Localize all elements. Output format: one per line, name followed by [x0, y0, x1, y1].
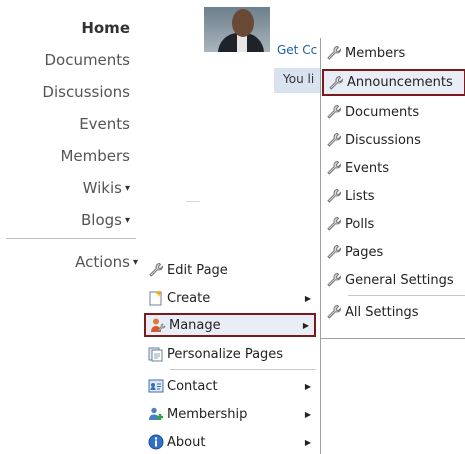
submenu-item-label: Pages [345, 244, 384, 260]
wrench-icon [326, 45, 342, 61]
nav-item-label: Discussions [42, 83, 130, 101]
wrench-icon [326, 272, 342, 288]
chevron-down-icon: ▾ [124, 183, 130, 194]
avatar-face [232, 9, 254, 37]
chevron-right-icon: ▶ [304, 437, 311, 447]
wrench-icon [326, 132, 342, 148]
submenu-item-label: All Settings [345, 304, 419, 320]
menu-item-label: Manage [169, 317, 221, 333]
chevron-down-icon: ▾ [132, 257, 138, 268]
wrench-icon [326, 160, 342, 176]
nav-item-documents[interactable]: Documents [44, 50, 130, 70]
submenu-item-label: Documents [345, 104, 420, 120]
wrench-icon [148, 262, 164, 278]
menu-item-label: Create [167, 290, 211, 306]
menu-item-manage[interactable]: Manage ▶ [144, 313, 316, 337]
submenu-item-label: Polls [345, 216, 375, 232]
chevron-right-icon: ▶ [302, 320, 309, 330]
menu-item-personalize-pages[interactable]: Personalize Pages [144, 342, 316, 366]
manage-icon [150, 317, 166, 333]
menu-item-label: Edit Page [167, 262, 228, 278]
menu-item-create[interactable]: Create ▶ [144, 286, 316, 310]
nav-item-wikis[interactable]: Wikis ▾ [83, 178, 130, 199]
membership-icon [148, 406, 164, 422]
avatar[interactable] [204, 7, 270, 52]
nav-item-label: Members [60, 147, 130, 165]
chevron-down-icon: ▾ [124, 215, 130, 226]
divider [186, 201, 200, 202]
submenu-item-announcements[interactable]: Announcements [322, 69, 465, 96]
profile-link[interactable]: Get Cc [277, 43, 317, 57]
actions-menu: Edit Page Create ▶ Manage ▶ Personalize … [142, 251, 321, 454]
create-icon [148, 290, 164, 306]
nav-item-blogs[interactable]: Blogs ▾ [81, 210, 130, 231]
chevron-right-icon: ▶ [304, 293, 311, 303]
personalize-icon [148, 346, 164, 362]
wrench-icon [326, 244, 342, 260]
menu-item-label: Membership [167, 406, 248, 422]
submenu-item-label: General Settings [345, 272, 454, 288]
wrench-icon [326, 216, 342, 232]
info-icon [148, 434, 164, 450]
manage-submenu: Members Announcements Documents Discussi… [320, 38, 465, 339]
nav-item-discussions[interactable]: Discussions [42, 82, 130, 102]
menu-item-membership[interactable]: Membership ▶ [144, 402, 316, 426]
menu-separator [170, 369, 316, 370]
nav-item-label: Home [81, 19, 130, 37]
submenu-item-polls[interactable]: Polls [322, 212, 465, 236]
submenu-item-documents[interactable]: Documents [322, 100, 465, 124]
like-text: You li [283, 72, 315, 86]
nav-item-label: Documents [44, 51, 130, 69]
wrench-icon [326, 304, 342, 320]
submenu-item-label: Announcements [347, 75, 453, 90]
submenu-item-events[interactable]: Events [322, 156, 465, 180]
chevron-right-icon: ▶ [304, 381, 311, 391]
contact-icon [148, 378, 164, 394]
nav-item-home[interactable]: Home [81, 18, 130, 38]
submenu-item-pages[interactable]: Pages [322, 240, 465, 264]
avatar-shirt [237, 35, 247, 52]
submenu-item-label: Lists [345, 188, 375, 204]
nav-item-label: Blogs [80, 211, 122, 229]
wrench-icon [328, 75, 344, 91]
menu-separator [348, 295, 465, 296]
nav-divider [6, 238, 136, 239]
nav-item-events[interactable]: Events [79, 114, 130, 134]
nav-item-label: Events [79, 115, 130, 133]
submenu-item-discussions[interactable]: Discussions [322, 128, 465, 152]
menu-item-label: About [167, 434, 206, 450]
nav-item-members[interactable]: Members [60, 146, 130, 166]
submenu-item-general-settings[interactable]: General Settings [322, 268, 465, 292]
nav-item-label: Wikis [82, 179, 122, 197]
submenu-item-all-settings[interactable]: All Settings [322, 300, 465, 324]
wrench-icon [326, 188, 342, 204]
chevron-right-icon: ▶ [304, 409, 311, 419]
submenu-item-lists[interactable]: Lists [322, 184, 465, 208]
menu-item-contact[interactable]: Contact ▶ [144, 374, 316, 398]
submenu-item-label: Events [345, 160, 390, 176]
nav-item-actions[interactable]: Actions ▾ [75, 252, 138, 273]
submenu-item-label: Members [345, 45, 406, 61]
submenu-item-members[interactable]: Members [322, 41, 465, 65]
wrench-icon [326, 104, 342, 120]
menu-item-about[interactable]: About ▶ [144, 430, 316, 454]
menu-item-label: Contact [167, 378, 218, 394]
menu-item-label: Personalize Pages [167, 346, 284, 362]
submenu-item-label: Discussions [345, 132, 421, 148]
nav-item-label: Actions [75, 253, 130, 271]
menu-item-edit-page[interactable]: Edit Page [144, 258, 316, 282]
